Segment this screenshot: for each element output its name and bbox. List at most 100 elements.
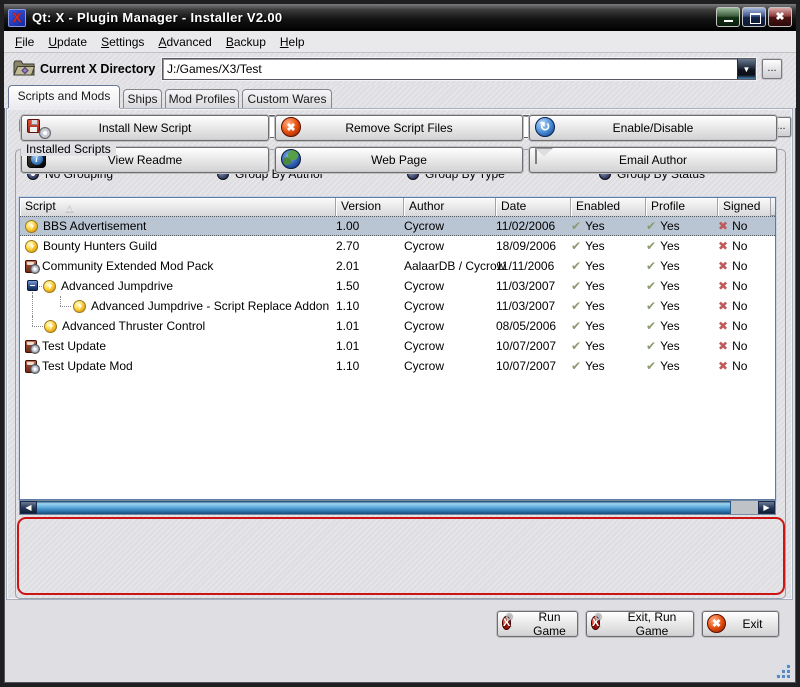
check-icon: ✔ [571,339,582,353]
mod-package-icon [25,259,40,274]
tab-ships[interactable]: Ships [123,89,162,108]
email-author-button[interactable]: Email Author [529,147,777,173]
install-new-script-button[interactable]: Install New Script [21,115,269,141]
script-icon [44,319,57,333]
web-page-icon [281,149,305,171]
menu-backup[interactable]: Backup [219,32,273,52]
table-row-advanced-jumpdrive[interactable]: Advanced Jumpdrive 1.50 Cycrow 11/03/200… [20,276,775,296]
table-row-advanced-jumpdrive-script-replace-addon[interactable]: Advanced Jumpdrive - Script Replace Addo… [20,296,775,316]
exit-icon: ✖ [707,614,727,634]
web-page-button[interactable]: Web Page [275,147,523,173]
column-header-date[interactable]: Date [496,198,571,216]
column-header-enabled[interactable]: Enabled [571,198,646,216]
menu-help[interactable]: Help [273,32,312,52]
cross-icon: ✖ [718,239,729,253]
resize-grip[interactable] [777,665,790,678]
cross-icon: ✖ [718,339,729,353]
dropdown-button[interactable]: ▼ [737,59,755,79]
minimize-button[interactable] [716,7,740,27]
tree-line [32,316,33,326]
cross-icon: ✖ [718,319,729,333]
menubar: File Update Settings Advanced Backup Hel… [4,31,796,53]
close-icon: ✖ [775,11,785,23]
tree-line [60,306,71,307]
script-actions-panel [17,517,785,595]
tab-scripts-and-mods[interactable]: Scripts and Mods [8,85,120,108]
browse-x-directory-button[interactable]: ... [762,59,782,79]
run-game-button[interactable]: X ⚙ Run Game [497,610,578,638]
gear-icon: ⚙ [505,612,514,622]
maximize-button[interactable] [742,7,766,27]
tab-mod-profiles[interactable]: Mod Profiles [165,89,239,108]
exit-run-game-button[interactable]: X ⚙ Exit, Run Game [586,610,694,638]
table-row-bbs-advertisement[interactable]: BBS Advertisement 1.00 Cycrow 11/02/2006… [20,216,775,236]
run-game-icon: X ⚙ [502,612,514,630]
menu-settings[interactable]: Settings [94,32,151,52]
x-directory-input[interactable] [163,59,737,79]
column-header-version[interactable]: Version [336,198,404,216]
column-header-script[interactable]: Script △ [20,198,336,216]
menu-file[interactable]: File [8,32,41,52]
scroll-left-button[interactable]: ◀ [20,501,37,514]
tree-line [32,296,33,316]
enable-disable-button[interactable]: ↻ Enable/Disable [529,115,777,141]
remove-script-files-button[interactable]: ✖ Remove Script Files [275,115,523,141]
exit-run-game-icon: X ⚙ [591,612,603,630]
table-row-community-extended-mod-pack[interactable]: Community Extended Mod Pack 2.01 AalaarD… [20,256,775,276]
tab-custom-wares[interactable]: Custom Wares [242,89,332,108]
check-icon: ✔ [571,219,582,233]
column-header-signed[interactable]: Signed [718,198,771,216]
cross-icon: ✖ [718,279,729,293]
script-icon [73,299,86,313]
tree-collapse-button[interactable] [27,280,38,291]
gear-icon: ⚙ [594,612,603,622]
installed-scripts-group-label: Installed Scripts [21,142,116,156]
check-icon: ✔ [646,259,657,273]
scrollbar-thumb[interactable] [37,501,731,514]
sort-ascending-icon: △ [65,202,74,213]
install-script-icon [27,117,51,139]
check-icon: ✔ [646,239,657,253]
check-icon: ✔ [646,299,657,313]
check-icon: ✔ [571,259,582,273]
menu-update[interactable]: Update [41,32,94,52]
directory-bar: Current X Directory ▼ ... [4,53,796,85]
table-row-advanced-thruster-control[interactable]: Advanced Thruster Control 1.01 Cycrow 08… [20,316,775,336]
column-header-author[interactable]: Author [404,198,496,216]
script-icon [43,279,56,293]
scrollbar-track[interactable] [37,501,758,514]
scripts-and-mods-page: Default Script Directory ... Installed S… [6,108,793,600]
folder-icon [13,59,35,77]
titlebar: Qt: X - Plugin Manager - Installer V2.00… [4,4,796,31]
table-row-test-update-mod[interactable]: Test Update Mod 1.10 Cycrow 10/07/2007 ✔… [20,356,775,376]
window-title: Qt: X - Plugin Manager - Installer V2.00 [32,10,283,25]
column-header-profile[interactable]: Profile [646,198,718,216]
menu-advanced[interactable]: Advanced [151,32,218,52]
table-row-bounty-hunters-guild[interactable]: Bounty Hunters Guild 2.70 Cycrow 18/09/2… [20,236,775,256]
script-icon [25,239,38,253]
scroll-right-button[interactable]: ▶ [758,501,775,514]
cross-icon: ✖ [718,219,729,233]
table-header: Script △ Version Author Date Enabled Prof… [20,198,775,216]
exit-button[interactable]: ✖ Exit [702,611,779,637]
tab-bar: Scripts and Mods Ships Mod Profiles Cust… [4,85,796,108]
app-icon [8,8,26,27]
enable-disable-icon: ↻ [535,117,559,139]
script-icon [25,219,38,233]
check-icon: ✔ [571,239,582,253]
cross-icon: ✖ [718,299,729,313]
x-directory-combobox: ▼ [162,58,756,80]
email-icon [535,148,559,171]
cross-icon: ✖ [718,259,729,273]
arrow-left-icon: ◀ [25,503,32,512]
mod-package-icon [25,339,40,354]
tree-line [32,326,43,327]
check-icon: ✔ [571,319,582,333]
close-button[interactable]: ✖ [768,7,792,27]
mod-package-icon [25,359,40,374]
remove-icon: ✖ [281,117,305,139]
check-icon: ✔ [646,359,657,373]
check-icon: ✔ [646,339,657,353]
table-row-test-update[interactable]: Test Update 1.01 Cycrow 10/07/2007 ✔ Yes … [20,336,775,356]
arrow-right-icon: ▶ [763,503,770,512]
